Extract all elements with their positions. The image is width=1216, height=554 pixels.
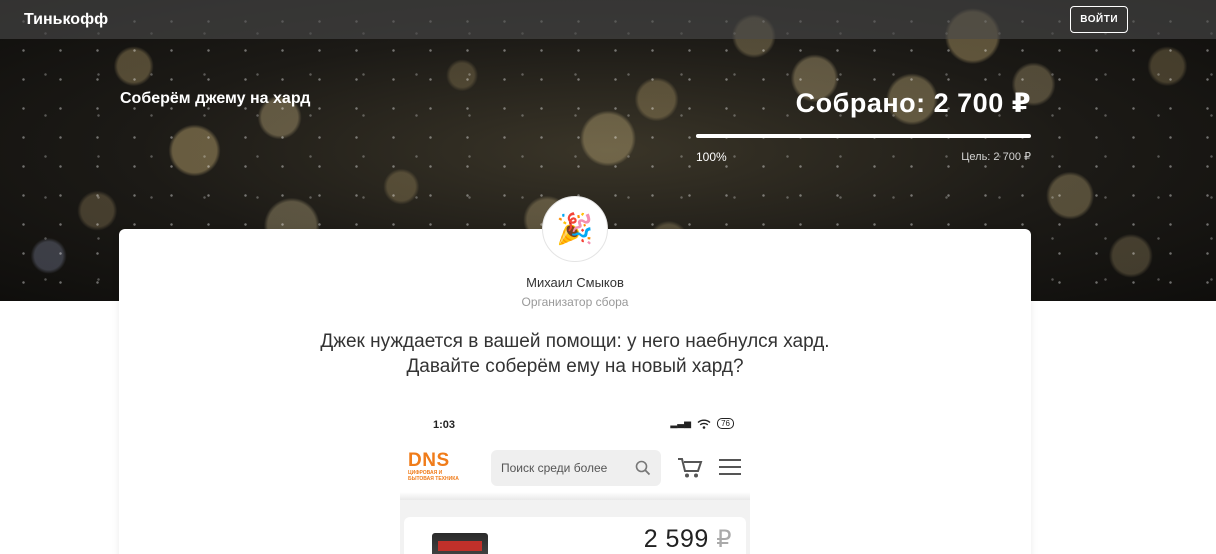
hard-drive-image — [432, 533, 488, 554]
attached-screenshot: 1:03 ▂▃▅ 76 DNS ЦИФРОВАЯ И БЫТОВАЯ ТЕХНИ… — [400, 408, 750, 554]
brand-logo[interactable]: Тинькофф — [24, 11, 108, 29]
divider — [400, 492, 750, 500]
dns-search-field: Поиск среди более — [491, 450, 661, 486]
collected-amount: Собрано: 2 700 ₽ — [795, 88, 1031, 118]
dns-logo-text: DNS — [408, 450, 450, 471]
goal-amount: Цель: 2 700 ₽ — [961, 151, 1031, 163]
currency-symbol: ₽ — [716, 526, 732, 553]
product-card: 2 599 ₽ — [404, 517, 746, 554]
progress-percent: 100% — [696, 150, 727, 164]
description-line-2: Давайте соберём ему на новый хард? — [406, 356, 744, 377]
top-navigation-bar: Тинькофф ВОЙТИ — [0, 0, 1216, 39]
search-icon — [635, 460, 651, 476]
phone-status-icons: ▂▃▅ 76 — [670, 418, 734, 429]
organizer-name: Михаил Смыков — [526, 275, 624, 290]
progress-bar-fill — [696, 134, 1031, 138]
dns-search-placeholder: Поиск среди более — [501, 461, 608, 475]
phone-status-time: 1:03 — [433, 419, 456, 431]
battery-icon: 76 — [717, 418, 734, 429]
page: Тинькофф ВОЙТИ Соберём джему на хард Соб… — [0, 0, 1216, 554]
party-popper-icon: 🎉 — [556, 212, 594, 246]
login-button[interactable]: ВОЙТИ — [1070, 6, 1128, 33]
fundraiser-description: Джек нуждается в вашей помощи: у него на… — [0, 329, 1150, 379]
dns-logo-subtitle-2: БЫТОВАЯ ТЕХНИКА — [408, 476, 459, 482]
signal-icon: ▂▃▅ — [670, 418, 692, 428]
dns-logo: DNS ЦИФРОВАЯ И БЫТОВАЯ ТЕХНИКА — [408, 451, 472, 482]
description-line-1: Джек нуждается в вашей помощи: у него на… — [320, 331, 830, 352]
wifi-icon — [697, 419, 711, 429]
progress-bar — [696, 134, 1031, 138]
product-price-value: 2 599 — [643, 525, 709, 553]
cart-icon — [678, 458, 703, 478]
product-price: 2 599 ₽ — [644, 525, 732, 554]
menu-icon — [719, 459, 741, 475]
organizer-role: Организатор сбора — [521, 295, 629, 309]
organizer-avatar: 🎉 — [542, 196, 608, 262]
fundraiser-title: Соберём джему на хард — [120, 90, 311, 107]
